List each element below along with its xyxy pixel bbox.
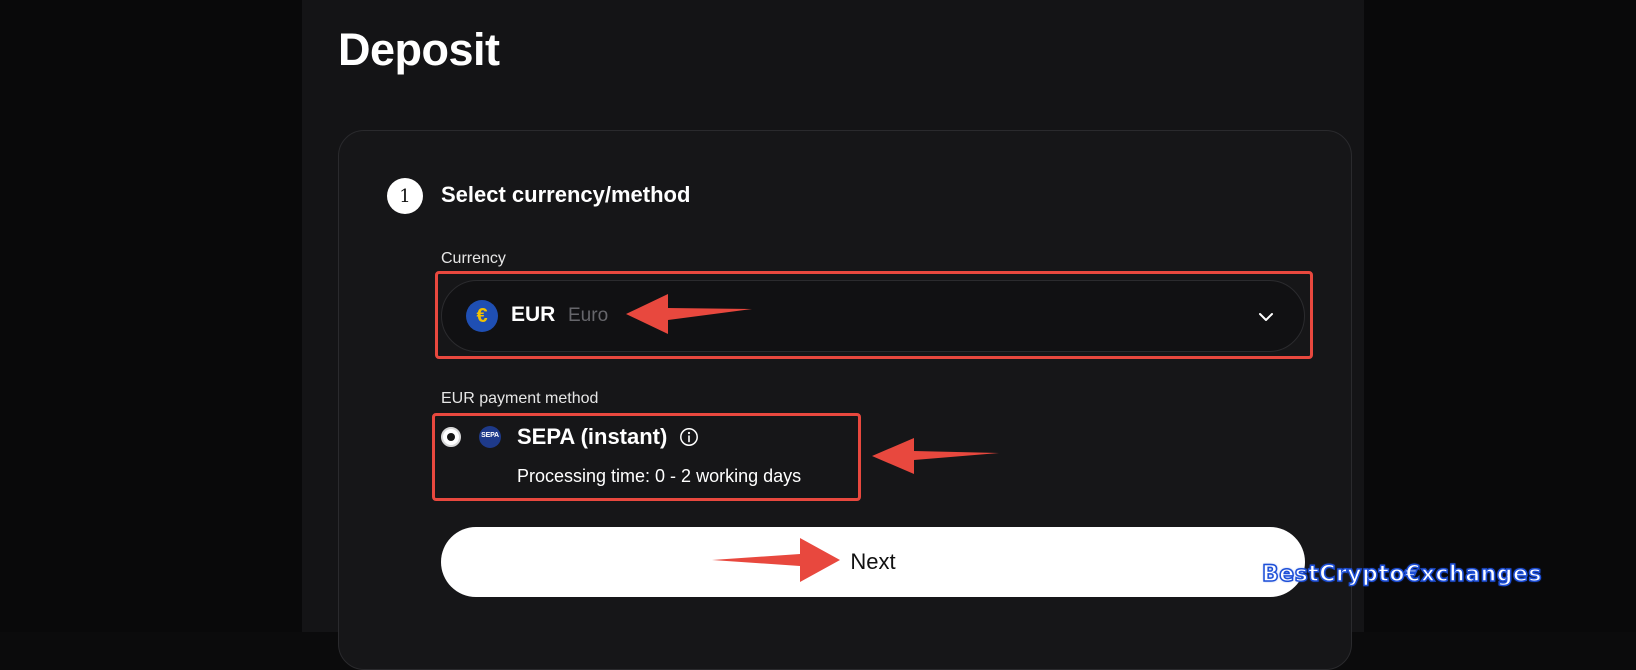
payment-method-highlight-box xyxy=(432,413,861,501)
page-title: Deposit xyxy=(338,24,500,75)
right-backdrop xyxy=(1364,0,1636,632)
currency-label: Currency xyxy=(441,250,506,267)
watermark-logo: BestCrypto€xchanges xyxy=(1261,561,1542,588)
currency-highlight-box xyxy=(435,271,1313,359)
step-title: Select currency/method xyxy=(441,182,691,207)
next-button[interactable]: Next xyxy=(441,527,1305,597)
left-backdrop xyxy=(0,0,302,632)
payment-method-label: EUR payment method xyxy=(441,390,599,407)
step-number-badge: 1 xyxy=(387,178,423,214)
